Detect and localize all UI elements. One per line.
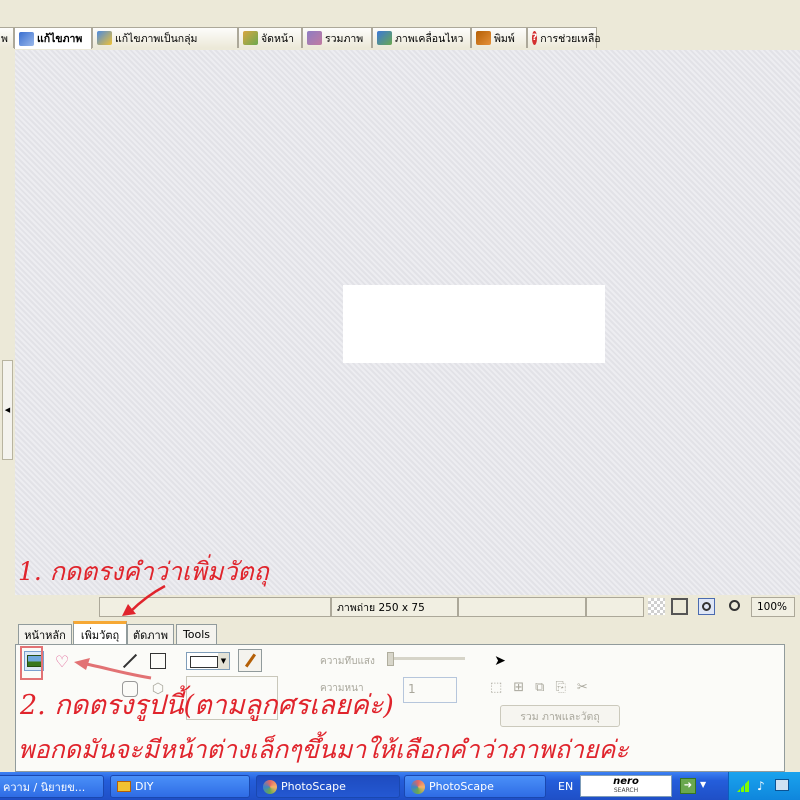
photo-edit-icon — [19, 31, 34, 46]
status-cell-empty — [586, 597, 644, 617]
annotation-step-2: 2. กดตรงรูปนี้(ตามลูกศรเลยค่ะ) — [20, 690, 394, 721]
search-go-button[interactable]: ➜ — [680, 778, 696, 794]
tab-animated-gif[interactable]: ภาพเคลื่อนไหว — [372, 27, 471, 48]
panel-tab-add-object[interactable]: เพิ่มวัตถุ — [73, 621, 127, 645]
help-icon: ? — [532, 31, 538, 45]
color-swatch — [190, 656, 218, 668]
annotation-highlight-box — [20, 646, 43, 680]
taskbar-item-photoscape-1[interactable]: PhotoScape — [256, 775, 400, 798]
language-indicator[interactable]: EN — [558, 780, 573, 793]
actual-size-icon[interactable] — [698, 598, 715, 615]
tab-page[interactable]: จัดหน้า — [238, 27, 302, 48]
triangle-left-icon: ◀ — [4, 406, 11, 414]
annotation-step-3: พอกดมันจะมีหน้าต่างเล็กๆขึ้นมาให้เลือกคำ… — [18, 735, 629, 764]
tab-combine[interactable]: รวมภาพ — [302, 27, 372, 48]
folder-icon — [117, 781, 131, 792]
speaker-icon[interactable]: ♪ — [757, 779, 765, 793]
taskbar-item-photoscape-2[interactable]: PhotoScape — [404, 775, 546, 798]
opacity-label: ความทึบแสง — [320, 656, 375, 667]
object-action-icons: ⬚⊞⧉⎘✂ — [490, 680, 599, 695]
system-tray: ♪ — [728, 772, 800, 800]
image-info: ภาพถ่าย 250 x 75 — [331, 597, 458, 617]
photoscape-icon — [411, 779, 425, 794]
top-tab-bar: พ แก้ไขภาพ แก้ไขภาพเป็นกลุ่ม จัดหน้า รวม… — [0, 27, 800, 49]
thickness-spinner[interactable]: 1 — [403, 677, 457, 703]
taskbar-item-diy-folder[interactable]: DIY — [110, 775, 250, 798]
nero-logo-text: nero — [613, 776, 639, 787]
left-strip — [0, 50, 16, 595]
taskbar: ความ / นิยายข... DIY PhotoScape PhotoSca… — [0, 772, 800, 800]
cursor-arrow-icon: ➤ — [494, 653, 506, 669]
fit-window-icon[interactable] — [671, 598, 688, 615]
select-tool-button[interactable]: ➤ — [490, 651, 510, 671]
tab-photo-editor[interactable]: แก้ไขภาพ — [14, 27, 92, 49]
tab-print[interactable]: พิมพ์ — [471, 27, 527, 48]
transparency-grid-icon[interactable] — [648, 598, 665, 615]
zoom-icon[interactable] — [727, 598, 744, 615]
status-cell-empty — [458, 597, 586, 617]
eyedropper-icon — [244, 653, 256, 668]
network-icon[interactable] — [775, 779, 789, 791]
batch-edit-icon — [97, 31, 112, 45]
nero-search-box[interactable]: nero SEARCH — [580, 775, 672, 797]
color-picker[interactable]: ▼ — [186, 652, 230, 670]
nero-search-label: SEARCH — [613, 787, 639, 794]
panel-tab-tools[interactable]: Tools — [176, 624, 217, 644]
search-dropdown[interactable]: ▼ — [700, 780, 706, 789]
chevron-down-icon: ▼ — [218, 653, 229, 669]
annotation-arrow-2 — [74, 658, 152, 680]
combine-icon — [307, 31, 322, 45]
chevron-down-icon: ▼ — [700, 780, 707, 789]
panel-tab-crop[interactable]: ตัดภาพ — [127, 624, 174, 644]
tab-clipped[interactable]: พ — [0, 27, 14, 48]
merge-objects-button[interactable]: รวม ภาพและวัตถุ — [500, 705, 620, 727]
photo-image[interactable] — [343, 285, 605, 363]
slider-thumb — [387, 652, 394, 666]
annotation-arrow-1 — [122, 584, 166, 616]
zoom-level: 100% — [751, 597, 795, 617]
signal-bars-icon[interactable] — [737, 780, 749, 792]
panel-tab-home[interactable]: หน้าหลัก — [18, 624, 72, 644]
animated-gif-icon — [377, 31, 392, 45]
page-layout-icon — [243, 31, 258, 45]
eyedropper-button[interactable] — [238, 649, 262, 672]
tab-help[interactable]: ? การช่วยเหลือ — [527, 27, 601, 48]
tab-batch-editor[interactable]: แก้ไขภาพเป็นกลุ่ม — [92, 27, 238, 48]
printer-icon — [476, 31, 491, 45]
collapse-sidebar-button[interactable]: ◀ — [2, 360, 13, 460]
opacity-slider[interactable] — [387, 652, 465, 666]
taskbar-item-document[interactable]: ความ / นิยายข... — [0, 775, 104, 798]
photoscape-icon — [263, 779, 277, 794]
arrow-right-icon: ➜ — [683, 780, 693, 791]
